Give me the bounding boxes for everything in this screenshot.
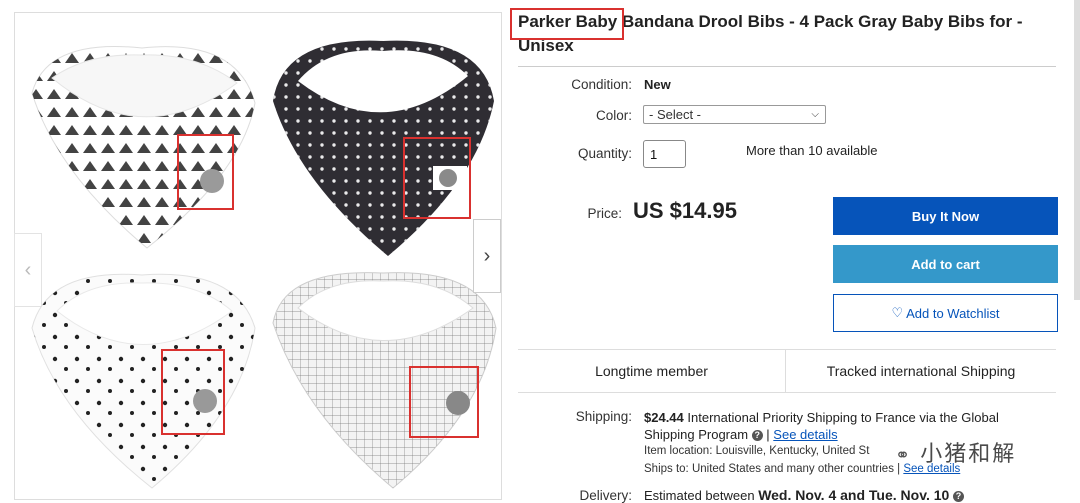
see-details-link[interactable]: See details [773, 427, 837, 442]
add-to-cart-button[interactable]: Add to cart [833, 245, 1058, 283]
price-label: Price: [587, 206, 622, 221]
color-select[interactable]: - Select - ⌵ [643, 105, 826, 124]
shipping-label: Shipping: [575, 409, 632, 424]
ships-to-text: Ships to: United States and many other c… [644, 463, 894, 475]
chevron-down-icon: ⌵ [811, 109, 819, 120]
add-to-watchlist-label: Add to Watchlist [906, 305, 1000, 321]
delivery-prefix: Estimated between [644, 488, 759, 503]
delivery-help-icon[interactable]: ? [952, 491, 964, 503]
logo-highlight-box-3 [161, 349, 225, 435]
add-to-watchlist-button[interactable]: ♡ Add to Watchlist [833, 294, 1058, 332]
condition-label: Condition: [571, 77, 632, 92]
quantity-label: Quantity: [577, 146, 632, 161]
watermark-text: 小猪和解 [920, 441, 1017, 466]
delivery-dates: Wed. Nov. 4 and Tue. Nov. 10 [758, 487, 950, 503]
condition-value: New [644, 77, 671, 92]
availability-text: More than 10 available [746, 143, 878, 158]
feature-longtime-member: Longtime member [518, 349, 786, 393]
help-icon[interactable]: ? [751, 430, 763, 442]
buy-it-now-button[interactable]: Buy It Now [833, 197, 1058, 235]
logo-highlight-box-4 [409, 366, 479, 438]
shipping-program: Shipping Program [644, 427, 749, 442]
product-image-gallery[interactable]: ‹ › [14, 12, 502, 500]
shipping-cost: $24.44 [644, 410, 684, 425]
feature-tracked-shipping: Tracked international Shipping [786, 349, 1056, 393]
divider-top [518, 66, 1056, 67]
page-scrollbar[interactable] [1074, 0, 1080, 300]
delivery-label: Delivery: [579, 488, 632, 503]
item-location: Item location: Louisville, Kentucky, Uni… [644, 445, 870, 457]
price-value: US $14.95 [633, 198, 737, 223]
logo-highlight-box-1 [177, 134, 234, 210]
wechat-icon: ⚭ [895, 445, 913, 465]
color-select-value: - Select - [649, 107, 702, 122]
heart-icon: ♡ [891, 305, 904, 320]
logo-highlight-box-2 [403, 137, 471, 219]
brand-highlight-box [510, 8, 624, 40]
gallery-next-arrow-icon[interactable]: › [473, 219, 501, 293]
color-label: Color: [595, 108, 632, 123]
quantity-input[interactable]: 1 [643, 140, 686, 168]
gallery-prev-arrow-icon[interactable]: ‹ [14, 233, 42, 307]
watermark: ⚭ 小猪和解 [895, 436, 1016, 468]
shipping-method: International Priority Shipping to Franc… [687, 410, 999, 425]
delivery-line: Estimated between Wed. Nov. 4 and Tue. N… [644, 487, 964, 503]
